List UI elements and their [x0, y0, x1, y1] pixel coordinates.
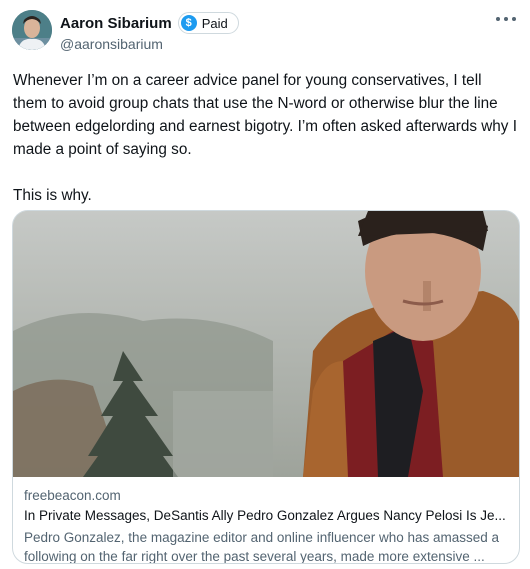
paid-badge[interactable]: $ Paid	[177, 12, 239, 34]
avatar[interactable]	[12, 10, 52, 50]
paid-badge-label: Paid	[201, 15, 228, 31]
display-name[interactable]: Aaron Sibarium	[60, 15, 172, 32]
user-handle[interactable]: @aaronsibarium	[60, 36, 163, 52]
name-row: Aaron Sibarium $ Paid	[60, 12, 239, 34]
dollar-badge-icon: $	[180, 15, 197, 31]
tweet-text: Whenever I’m on a career advice panel fo…	[13, 72, 517, 204]
link-card-title[interactable]: In Private Messages, DeSantis Ally Pedro…	[24, 508, 509, 529]
more-options-icon[interactable]	[496, 12, 516, 26]
link-card[interactable]: freebeacon.com In Private Messages, DeSa…	[12, 210, 520, 564]
link-card-body: freebeacon.com In Private Messages, DeSa…	[24, 488, 509, 564]
link-card-domain[interactable]: freebeacon.com	[24, 488, 509, 508]
link-card-description: Pedro Gonzalez, the magazine editor and …	[24, 530, 500, 564]
link-card-image[interactable]	[13, 211, 519, 477]
tweet-header: Aaron Sibarium $ Paid @aaronsibarium	[12, 10, 518, 54]
